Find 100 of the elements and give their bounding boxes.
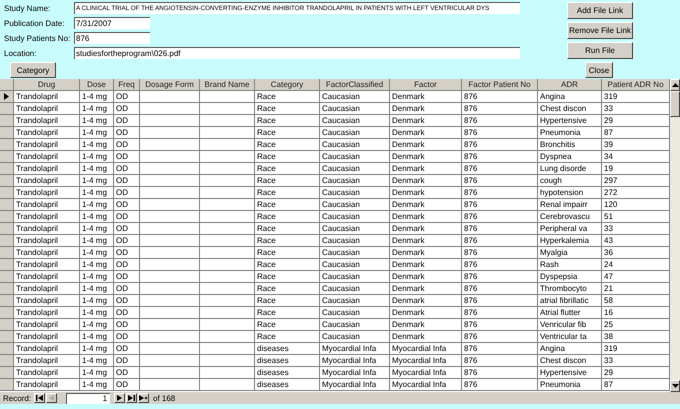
table-cell: Caucasian — [320, 283, 390, 295]
form-button[interactable]: Run File — [567, 42, 633, 59]
table-cell — [200, 175, 255, 187]
next-record-button[interactable] — [114, 393, 126, 403]
table-cell: Denmark — [390, 175, 462, 187]
table-cell — [200, 91, 255, 103]
table-cell — [200, 103, 255, 115]
field-label: Study Patients No: — [4, 34, 72, 42]
last-record-button[interactable] — [126, 393, 138, 403]
column-header[interactable]: Category — [255, 79, 320, 91]
table-cell: Trandolapril — [14, 115, 80, 127]
table-cell: Race — [255, 127, 320, 139]
table-cell: atrial fibrillatic — [538, 295, 602, 307]
close-button[interactable]: Close — [585, 62, 613, 78]
table-cell: Denmark — [390, 319, 462, 331]
table-cell: Caucasian — [320, 115, 390, 127]
table-cell: Denmark — [390, 163, 462, 175]
form-button[interactable]: Add File Link — [567, 2, 633, 19]
record-number-field[interactable]: 1 — [66, 392, 110, 404]
table-cell: 1-4 mg — [80, 247, 114, 259]
table-cell: 1-4 mg — [80, 163, 114, 175]
column-header[interactable]: Patient ADR No — [602, 79, 670, 91]
table-cell: 1-4 mg — [80, 355, 114, 367]
column-header[interactable]: ADR — [538, 79, 602, 91]
table-cell — [140, 343, 200, 355]
column-header[interactable]: FactorClassified — [320, 79, 390, 91]
table-cell: Dyspepsia — [538, 271, 602, 283]
table-cell — [200, 307, 255, 319]
table-cell — [140, 271, 200, 283]
table-cell: Trandolapril — [14, 151, 80, 163]
column-header[interactable]: Dose — [80, 79, 114, 91]
table-cell: Denmark — [390, 331, 462, 343]
table-cell: Caucasian — [320, 247, 390, 259]
column-header[interactable]: Brand Name — [200, 79, 255, 91]
table-cell: Race — [255, 163, 320, 175]
table-cell: OD — [114, 283, 140, 295]
table-cell: OD — [114, 103, 140, 115]
column-header[interactable]: Factor — [390, 79, 462, 91]
table-cell: Caucasian — [320, 331, 390, 343]
column-header[interactable]: Drug — [14, 79, 80, 91]
text-field[interactable]: 7/31/2007 — [74, 17, 150, 29]
column-header[interactable]: Dosage Form — [140, 79, 200, 91]
table-cell: Caucasian — [320, 211, 390, 223]
text-field[interactable]: studiesfortheprogram\026.pdf — [74, 47, 520, 59]
table-cell: 876 — [462, 247, 538, 259]
table-cell: 876 — [462, 211, 538, 223]
table-cell: Atrial flutter — [538, 307, 602, 319]
table-cell: OD — [114, 175, 140, 187]
table-cell: Trandolapril — [14, 235, 80, 247]
table-cell: OD — [114, 379, 140, 391]
first-record-button[interactable] — [34, 393, 46, 403]
table-cell: Trandolapril — [14, 295, 80, 307]
scroll-up-icon — [672, 83, 678, 87]
scroll-thumb[interactable] — [670, 91, 680, 117]
form-button[interactable]: Remove File Link — [567, 22, 633, 39]
table-cell: Race — [255, 319, 320, 331]
table-cell: Pneumonia — [538, 379, 602, 391]
table-cell: Denmark — [390, 103, 462, 115]
table-cell: Ventricular ta — [538, 331, 602, 343]
table-cell: diseases — [255, 343, 320, 355]
table-cell: Caucasian — [320, 187, 390, 199]
table-cell: Denmark — [390, 151, 462, 163]
table-cell: 876 — [462, 199, 538, 211]
table-cell — [200, 271, 255, 283]
table-cell: 876 — [462, 115, 538, 127]
table-cell: Trandolapril — [14, 379, 80, 391]
record-label: Record: — [3, 394, 32, 402]
table-cell: Angina — [538, 91, 602, 103]
table-cell: 876 — [462, 259, 538, 271]
table-cell: Trandolapril — [14, 211, 80, 223]
table-cell: Caucasian — [320, 175, 390, 187]
previous-record-button[interactable] — [46, 393, 58, 403]
table-cell: Denmark — [390, 259, 462, 271]
scrollbar[interactable] — [670, 79, 680, 392]
column-header[interactable]: Factor Patient No — [462, 79, 538, 91]
table-cell: Trandolapril — [14, 199, 80, 211]
table-cell: Caucasian — [320, 271, 390, 283]
text-field[interactable]: 876 — [74, 32, 150, 44]
table-cell — [140, 307, 200, 319]
table-cell — [140, 187, 200, 199]
table-cell: Trandolapril — [14, 355, 80, 367]
table-cell: OD — [114, 151, 140, 163]
new-record-button[interactable] — [138, 393, 150, 403]
column-header[interactable]: Freq — [114, 79, 140, 91]
table-cell: 1-4 mg — [80, 235, 114, 247]
table-cell: Race — [255, 259, 320, 271]
table-cell — [140, 127, 200, 139]
table-cell: OD — [114, 139, 140, 151]
table-cell: 876 — [462, 91, 538, 103]
table-cell: Caucasian — [320, 319, 390, 331]
table-cell: diseases — [255, 367, 320, 379]
scroll-down-icon — [672, 384, 678, 388]
record-selector[interactable] — [0, 91, 14, 103]
table-cell: Race — [255, 91, 320, 103]
category-button[interactable]: Category — [10, 62, 56, 78]
table-cell — [200, 211, 255, 223]
table-cell — [140, 355, 200, 367]
record-count: of 168 — [153, 394, 176, 402]
table-cell: Caucasian — [320, 163, 390, 175]
table-cell: Lung disorde — [538, 163, 602, 175]
